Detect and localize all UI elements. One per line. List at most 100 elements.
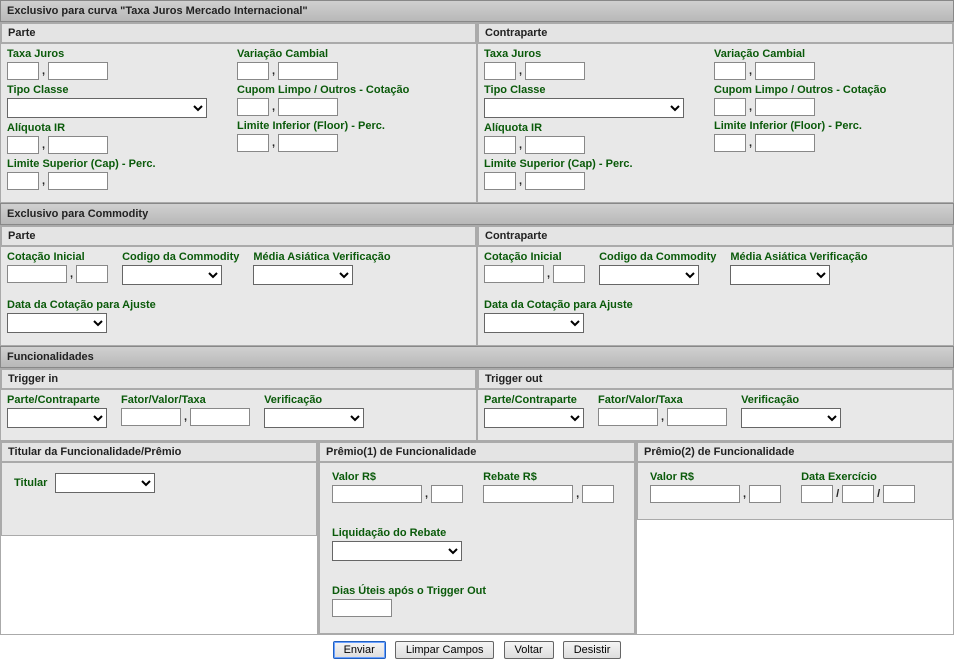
label-liq: Liquidação do Rebate [332, 527, 462, 539]
comma: , [272, 137, 275, 149]
label-titular: Titular [14, 477, 47, 489]
premio1-valor-int[interactable] [332, 485, 422, 503]
comma: , [425, 488, 428, 500]
desistir-button[interactable]: Desistir [563, 641, 622, 659]
premio2-valor-dec[interactable] [749, 485, 781, 503]
parte-cap-dec[interactable] [48, 172, 108, 190]
parte-aliquota-int[interactable] [7, 136, 39, 154]
commodity-contraparte-header: Contraparte [478, 226, 953, 246]
parte-cap-int[interactable] [7, 172, 39, 190]
premio1-rebate-int[interactable] [483, 485, 573, 503]
label-fvt-in: Fator/Valor/Taxa [121, 394, 250, 406]
contraparte-media-select[interactable] [730, 265, 830, 285]
trigout-fvt-dec[interactable] [667, 408, 727, 426]
contraparte-cupom-dec[interactable] [755, 98, 815, 116]
premio2-valor-int[interactable] [650, 485, 740, 503]
parte-floor-dec[interactable] [278, 134, 338, 152]
premio2-data-y[interactable] [883, 485, 915, 503]
contraparte-cupom-int[interactable] [714, 98, 746, 116]
contraparte-cap-dec[interactable] [525, 172, 585, 190]
comma: , [749, 137, 752, 149]
comma: , [70, 268, 73, 280]
trigout-pc-select[interactable] [484, 408, 584, 428]
contraparte-data-cot-select[interactable] [484, 313, 584, 333]
slash: / [877, 488, 880, 500]
parte-cot-int[interactable] [7, 265, 67, 283]
contraparte-varcamb-dec[interactable] [755, 62, 815, 80]
comma: , [42, 139, 45, 151]
label-var-cambial-c: Variação Cambial [714, 48, 886, 60]
parte-cupom-dec[interactable] [278, 98, 338, 116]
contraparte-cap-int[interactable] [484, 172, 516, 190]
parte-floor-int[interactable] [237, 134, 269, 152]
titular-select[interactable] [55, 473, 155, 493]
trigin-ver-select[interactable] [264, 408, 364, 428]
comma: , [272, 101, 275, 113]
parte-header: Parte [1, 23, 476, 43]
premio1-rebate-dec[interactable] [582, 485, 614, 503]
voltar-button[interactable]: Voltar [504, 641, 554, 659]
contraparte-aliquota-dec[interactable] [525, 136, 585, 154]
label-floor-c: Limite Inferior (Floor) - Perc. [714, 120, 886, 132]
label-cot-inicial: Cotação Inicial [7, 251, 108, 263]
comma: , [661, 411, 664, 423]
label-media: Média Asiática Verificação [253, 251, 390, 263]
label-rebate: Rebate R$ [483, 471, 614, 483]
parte-cot-dec[interactable] [76, 265, 108, 283]
premio1-liq-select[interactable] [332, 541, 462, 561]
premio2-data-d[interactable] [801, 485, 833, 503]
contraparte-cod-commodity-select[interactable] [599, 265, 699, 285]
premio1-dias-input[interactable] [332, 599, 392, 617]
parte-data-cot-select[interactable] [7, 313, 107, 333]
label-tipo-classe-c: Tipo Classe [484, 84, 684, 96]
parte-varcamb-dec[interactable] [278, 62, 338, 80]
label-cupom: Cupom Limpo / Outros - Cotação [237, 84, 409, 96]
contraparte-cot-int[interactable] [484, 265, 544, 283]
parte-media-select[interactable] [253, 265, 353, 285]
trigin-pc-select[interactable] [7, 408, 107, 428]
label-aliquota-c: Alíquota IR [484, 122, 684, 134]
comma: , [576, 488, 579, 500]
contraparte-floor-int[interactable] [714, 134, 746, 152]
label-media-c: Média Asiática Verificação [730, 251, 867, 263]
label-pc-out: Parte/Contraparte [484, 394, 584, 406]
contraparte-varcamb-int[interactable] [714, 62, 746, 80]
trigout-fvt-int[interactable] [598, 408, 658, 426]
enviar-button[interactable]: Enviar [333, 641, 386, 659]
trigin-fvt-int[interactable] [121, 408, 181, 426]
label-cap: Limite Superior (Cap) - Perc. [7, 158, 207, 170]
slash: / [836, 488, 839, 500]
trigout-ver-select[interactable] [741, 408, 841, 428]
label-taxa-juros-c: Taxa Juros [484, 48, 684, 60]
label-cod-commodity-c: Codigo da Commodity [599, 251, 716, 263]
comma: , [743, 488, 746, 500]
parte-taxa-dec[interactable] [48, 62, 108, 80]
label-ver-out: Verificação [741, 394, 841, 406]
trigin-fvt-dec[interactable] [190, 408, 250, 426]
label-data-cot-c: Data da Cotação para Ajuste [484, 299, 633, 311]
comma: , [519, 175, 522, 187]
contraparte-aliquota-int[interactable] [484, 136, 516, 154]
contraparte-tipo-classe-select[interactable] [484, 98, 684, 118]
contraparte-taxa-int[interactable] [484, 62, 516, 80]
label-cap-c: Limite Superior (Cap) - Perc. [484, 158, 684, 170]
premio2-data-m[interactable] [842, 485, 874, 503]
parte-cupom-int[interactable] [237, 98, 269, 116]
label-aliquota: Alíquota IR [7, 122, 207, 134]
contraparte-cot-dec[interactable] [553, 265, 585, 283]
contraparte-floor-dec[interactable] [755, 134, 815, 152]
label-data-cot: Data da Cotação para Ajuste [7, 299, 156, 311]
trigger-out-header: Trigger out [478, 369, 953, 389]
premio1-valor-dec[interactable] [431, 485, 463, 503]
parte-varcamb-int[interactable] [237, 62, 269, 80]
comma: , [749, 101, 752, 113]
parte-taxa-int[interactable] [7, 62, 39, 80]
section-funcionalidades-header: Funcionalidades [0, 346, 954, 368]
parte-aliquota-dec[interactable] [48, 136, 108, 154]
label-fvt-out: Fator/Valor/Taxa [598, 394, 727, 406]
parte-tipo-classe-select[interactable] [7, 98, 207, 118]
parte-cod-commodity-select[interactable] [122, 265, 222, 285]
section-commodity-header: Exclusivo para Commodity [0, 203, 954, 225]
contraparte-taxa-dec[interactable] [525, 62, 585, 80]
limpar-button[interactable]: Limpar Campos [395, 641, 495, 659]
